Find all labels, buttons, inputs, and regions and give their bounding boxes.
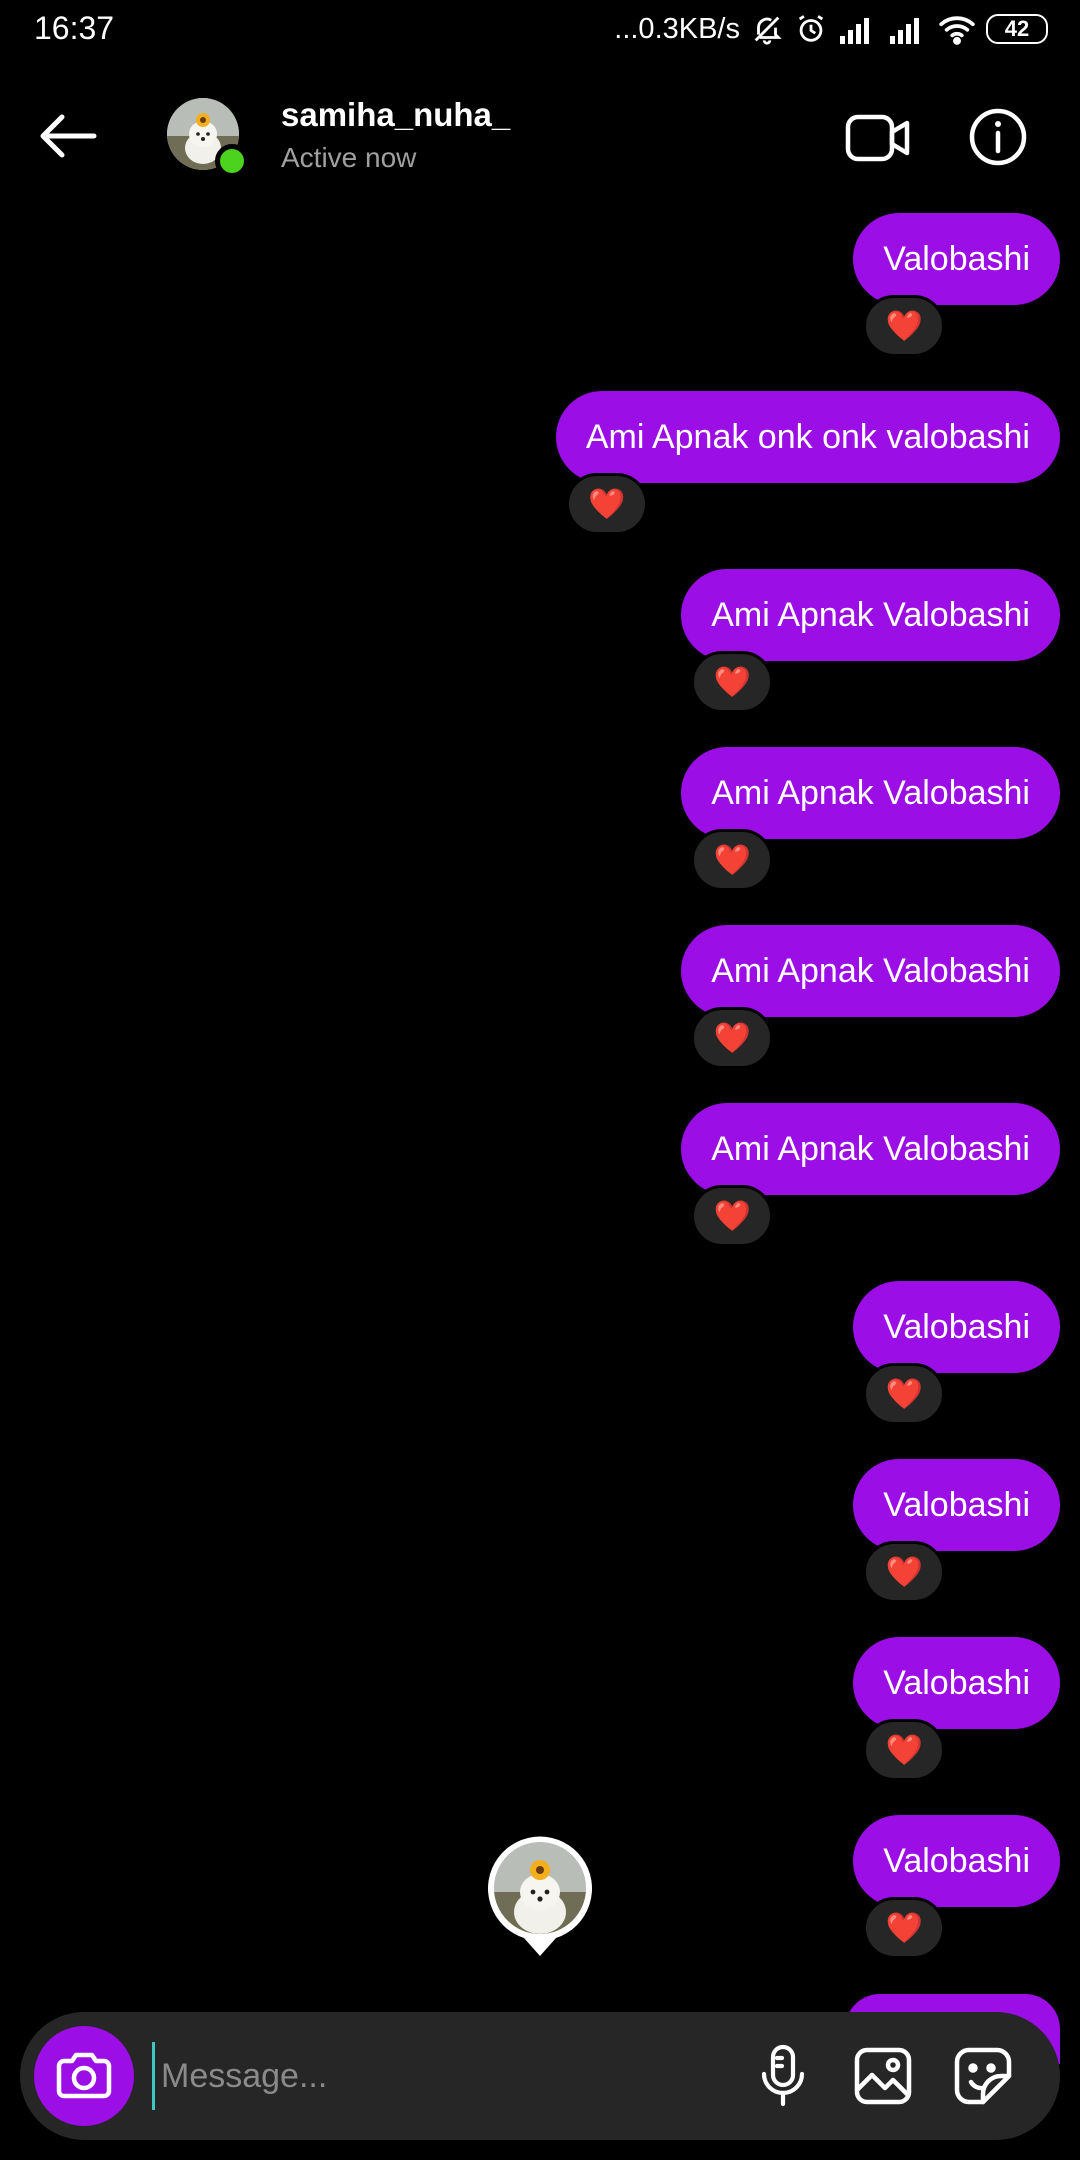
reaction-badge[interactable]: ❤️ [863, 1363, 946, 1425]
microphone-icon [761, 2044, 805, 2107]
contact-status: Active now [281, 142, 417, 173]
video-call-button[interactable] [845, 112, 911, 164]
message-bubble[interactable]: Ami Apnak onk onk valobashi [555, 391, 1060, 483]
status-time: 16:37 [34, 10, 115, 46]
message-bubble[interactable]: Valobashi [853, 1281, 1060, 1373]
heart-reaction-icon: ❤️ [588, 487, 626, 521]
heart-reaction-icon: ❤️ [885, 309, 923, 343]
message-bubble[interactable]: Valobashi [853, 1459, 1060, 1551]
signal-icon-2 [888, 14, 928, 44]
reaction-badge[interactable]: ❤️ [863, 295, 946, 357]
arrow-left-icon [40, 114, 97, 158]
status-bar: 16:37 ...0.3KB/s 42 [0, 0, 1080, 62]
heart-reaction-icon: ❤️ [713, 665, 751, 699]
message-item[interactable]: Ami Apnak Valobashi ❤️ [681, 925, 1060, 1069]
seen-avatar [486, 1834, 594, 1958]
camera-button[interactable] [34, 2026, 134, 2126]
message-item[interactable]: Valobashi ❤️ [853, 1281, 1060, 1425]
reaction-badge[interactable]: ❤️ [691, 829, 774, 891]
reaction-badge[interactable]: ❤️ [863, 1719, 946, 1781]
message-bubble[interactable]: Ami Apnak Valobashi [681, 747, 1060, 839]
gallery-button[interactable] [853, 2046, 913, 2106]
image-icon [854, 2047, 912, 2105]
message-item[interactable]: Valobashi ❤️ [853, 213, 1060, 357]
message-item[interactable]: Ami Apnak onk onk valobashi ❤️ [555, 391, 1060, 535]
reaction-badge[interactable]: ❤️ [691, 1007, 774, 1069]
message-item[interactable]: Valobashi ❤️ [853, 1459, 1060, 1603]
info-button[interactable] [968, 107, 1028, 167]
heart-reaction-icon: ❤️ [713, 843, 751, 877]
message-bubble[interactable]: Ami Apnak Valobashi [681, 569, 1060, 661]
message-composer [20, 2012, 1060, 2140]
reaction-badge[interactable]: ❤️ [565, 473, 648, 535]
camera-icon [56, 2052, 112, 2099]
heart-reaction-icon: ❤️ [885, 1911, 923, 1945]
back-button[interactable] [38, 110, 102, 162]
contact-username[interactable]: samiha_nuha_ [281, 96, 510, 134]
reaction-badge[interactable]: ❤️ [691, 651, 774, 713]
heart-reaction-icon: ❤️ [885, 1555, 923, 1589]
info-icon [969, 108, 1027, 166]
chat-header: samiha_nuha_ Active now [0, 80, 1080, 192]
status-icons: ...0.3KB/s 42 [614, 12, 1048, 46]
message-item[interactable]: Ami Apnak Valobashi ❤️ [681, 1103, 1060, 1247]
message-bubble[interactable]: Valobashi [853, 213, 1060, 305]
battery-indicator: 42 [986, 14, 1048, 44]
message-list[interactable]: Valobashi ❤️ Ami Apnak onk onk valobashi… [0, 205, 1080, 2005]
message-bubble[interactable]: Valobashi [853, 1815, 1060, 1907]
message-bubble[interactable]: Ami Apnak Valobashi [681, 1103, 1060, 1195]
alarm-icon [794, 12, 828, 46]
message-item[interactable]: Valobashi ❤️ [853, 1637, 1060, 1781]
voice-message-button[interactable] [755, 2044, 811, 2108]
message-bubble[interactable]: Ami Apnak Valobashi [681, 925, 1060, 1017]
heart-reaction-icon: ❤️ [713, 1199, 751, 1233]
wifi-icon [938, 13, 976, 45]
heart-reaction-icon: ❤️ [885, 1377, 923, 1411]
reaction-badge[interactable]: ❤️ [863, 1541, 946, 1603]
reaction-badge[interactable]: ❤️ [863, 1897, 946, 1959]
video-camera-icon [845, 114, 910, 162]
mute-bell-icon [750, 12, 784, 46]
message-item[interactable]: Valobashi ❤️ [853, 1815, 1060, 1959]
online-indicator [215, 144, 249, 178]
network-speed: ...0.3KB/s [614, 12, 740, 45]
sticker-button[interactable] [953, 2046, 1013, 2106]
heart-reaction-icon: ❤️ [885, 1733, 923, 1767]
message-item[interactable]: Ami Apnak Valobashi ❤️ [681, 747, 1060, 891]
heart-reaction-icon: ❤️ [713, 1021, 751, 1055]
signal-icon [838, 14, 878, 44]
sticker-icon [954, 2047, 1012, 2105]
message-item[interactable]: Ami Apnak Valobashi ❤️ [681, 569, 1060, 713]
message-input[interactable] [152, 2042, 712, 2110]
contact-avatar[interactable] [167, 98, 249, 178]
reaction-badge[interactable]: ❤️ [691, 1185, 774, 1247]
message-bubble[interactable]: Valobashi [853, 1637, 1060, 1729]
